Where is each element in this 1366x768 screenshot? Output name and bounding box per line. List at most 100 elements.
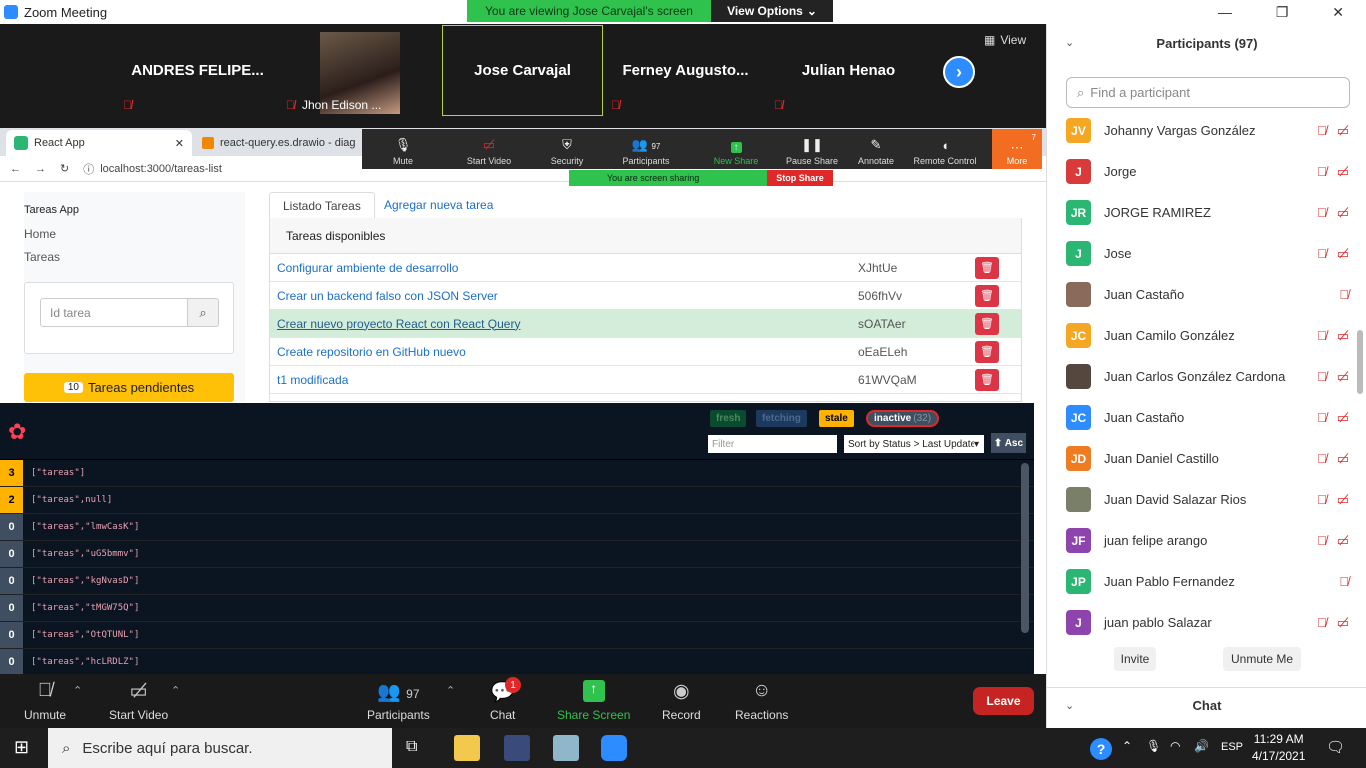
nav-tareas[interactable]: Tareas	[24, 250, 60, 264]
nav-home[interactable]: Home	[24, 227, 56, 241]
query-row[interactable]: 0 ["tareas","OtQTUNL"]	[0, 622, 1034, 649]
mute-button[interactable]: 🎙 Mute	[362, 129, 444, 169]
start-video-button[interactable]: ▭̸ Start Video	[109, 680, 168, 722]
participant-row[interactable]: JR JORGE RAMIREZ 🎙̸ ▭̸	[1047, 192, 1366, 233]
delete-button[interactable]: 🗑	[975, 368, 999, 391]
query-row[interactable]: 0 ["tareas","lmwCasK"]	[0, 514, 1034, 541]
query-row[interactable]: 0 ["tareas","kgNvasD"]	[0, 568, 1034, 595]
participant-row[interactable]: JF juan felipe arango 🎙̸ ▭̸	[1047, 520, 1366, 561]
leave-button[interactable]: Leave	[973, 687, 1034, 715]
app-brand[interactable]: Tareas App	[24, 204, 79, 216]
query-row[interactable]: 0 ["tareas","tMGW75Q"]	[0, 595, 1034, 622]
security-button[interactable]: ⛨ Security	[534, 129, 600, 169]
share-screen-button[interactable]: ↑ Share Screen	[557, 680, 630, 722]
record-button[interactable]: ◉ Record	[662, 680, 701, 722]
tab-agregar[interactable]: Agregar nueva tarea	[371, 192, 506, 218]
delete-button[interactable]: 🗑	[975, 284, 999, 307]
participant-row[interactable]: Juan Carlos González Cardona 🎙̸ ▭̸	[1047, 356, 1366, 397]
participant-row[interactable]: Juan David Salazar Rios 🎙̸ ▭̸	[1047, 479, 1366, 520]
task-link[interactable]: Crear nuevo proyecto React con React Que…	[277, 317, 520, 331]
wifi-icon[interactable]: ◠	[1170, 739, 1180, 753]
browser-tab-active[interactable]: React App ✕	[6, 130, 192, 156]
mic-icon[interactable]: 🎙	[1146, 739, 1161, 753]
query-row[interactable]: 3 ["tareas"]	[0, 460, 1034, 487]
asc-button[interactable]: ⬆ Asc	[991, 433, 1026, 453]
participant-row[interactable]: JP Juan Pablo Fernandez 🎙̸	[1047, 561, 1366, 602]
video-tile[interactable]: ANDRES FELIPE... 🎙̸	[117, 25, 278, 116]
view-options-button[interactable]: View Options ⌄	[711, 0, 833, 22]
participant-row[interactable]: J Jorge 🎙̸ ▭̸	[1047, 151, 1366, 192]
unmute-button[interactable]: 🎙̸ Unmute	[24, 680, 66, 722]
devtools-scrollbar[interactable]	[1021, 463, 1029, 633]
forward-icon[interactable]: →	[35, 163, 46, 175]
help-icon[interactable]: ?	[1090, 738, 1112, 760]
video-tile-active[interactable]: Jose Carvajal	[442, 25, 603, 116]
restore-icon[interactable]: ❐	[1276, 4, 1289, 21]
stop-share-button[interactable]: Stop Share	[767, 170, 833, 186]
participant-row[interactable]: Juan Castaño 🎙̸	[1047, 274, 1366, 315]
close-icon[interactable]: ✕	[175, 137, 184, 150]
participant-row[interactable]: Jjuan pablo Salazar 🎙̸ ▭̸	[1047, 602, 1366, 643]
remote-control-button[interactable]: ◖ Remote Control	[908, 129, 982, 169]
file-explorer-icon[interactable]	[454, 735, 480, 761]
start-video-button[interactable]: ▭̸ Start Video	[444, 129, 534, 169]
participants-button[interactable]: 👥 97 Participants	[600, 129, 692, 169]
app-icon[interactable]	[553, 735, 579, 761]
reload-icon[interactable]: ↻	[60, 162, 69, 175]
close-icon[interactable]: ✕	[1332, 4, 1344, 21]
app-icon[interactable]	[504, 735, 530, 761]
id-tarea-input[interactable]: Id tarea	[40, 298, 188, 327]
delete-button[interactable]: 🗑	[975, 312, 999, 335]
filter-input[interactable]: Filter	[708, 435, 837, 453]
participant-row[interactable]: JD Juan Daniel Castillo 🎙̸ ▭̸	[1047, 438, 1366, 479]
participants-scrollbar[interactable]	[1357, 330, 1363, 394]
task-view-icon[interactable]: ⧉	[406, 738, 417, 756]
url-field[interactable]: localhost:3000/tareas-list	[100, 163, 222, 175]
chevron-up-icon[interactable]: ⌃	[1122, 739, 1132, 753]
back-icon[interactable]: ←	[10, 163, 21, 175]
task-link[interactable]: Create repositorio en GitHub nuevo	[277, 345, 466, 359]
reactions-button[interactable]: ☺ Reactions	[735, 680, 788, 722]
tab-listado[interactable]: Listado Tareas	[269, 192, 375, 218]
minimize-icon[interactable]: —	[1218, 4, 1232, 20]
taskbar-clock[interactable]: 11:29 AM 4/17/2021	[1252, 731, 1305, 765]
taskbar-search[interactable]: ⌕ Escribe aquí para buscar.	[48, 728, 392, 768]
delete-button[interactable]: 🗑	[975, 256, 999, 279]
participant-row[interactable]: JC Juan Castaño 🎙̸ ▭̸	[1047, 397, 1366, 438]
more-button[interactable]: ⋯ 7 More	[992, 129, 1042, 169]
participant-row[interactable]: JV Johanny Vargas González 🎙̸ ▭̸	[1047, 110, 1366, 151]
video-tile[interactable]: Ferney Augusto... 🎙̸	[605, 25, 766, 116]
participant-row[interactable]: J Jose 🎙̸ ▭̸	[1047, 233, 1366, 274]
pause-share-button[interactable]: ❚❚ Pause Share	[780, 129, 844, 169]
video-tile[interactable]: Julian Henao 🎙̸	[768, 25, 929, 116]
chevron-up-icon[interactable]: ⌃	[446, 684, 455, 697]
participant-search-input[interactable]: ⌕ Find a participant	[1066, 77, 1350, 108]
notifications-icon[interactable]: 🗨	[1326, 738, 1345, 756]
language-indicator[interactable]: ESP	[1221, 741, 1243, 753]
new-share-button[interactable]: ↑ New Share	[692, 129, 780, 169]
video-tile[interactable]: Jhon Edison ... 🎙̸	[280, 25, 441, 116]
pending-tasks-button[interactable]: 10 Tareas pendientes	[24, 373, 234, 402]
search-button[interactable]: ⌕	[187, 298, 219, 327]
chevron-up-icon[interactable]: ⌃	[171, 684, 180, 697]
task-link[interactable]: Configurar ambiente de desarrollo	[277, 261, 458, 275]
sort-select[interactable]: Sort by Status > Last Update ▾	[844, 435, 984, 453]
task-link[interactable]: Crear un backend falso con JSON Server	[277, 289, 498, 303]
next-page-button[interactable]: ›	[943, 56, 975, 88]
chevron-up-icon[interactable]: ⌃	[73, 684, 82, 697]
query-row[interactable]: 0 ["tareas","uG5bmmv"]	[0, 541, 1034, 568]
volume-icon[interactable]: 🔊	[1194, 739, 1209, 753]
annotate-button[interactable]: ✎ Annotate	[844, 129, 908, 169]
view-button[interactable]: ▦ View	[984, 33, 1026, 47]
query-row[interactable]: 2 ["tareas",null]	[0, 487, 1034, 514]
participant-row[interactable]: JC Juan Camilo González 🎙̸ ▭̸	[1047, 315, 1366, 356]
windows-start-icon[interactable]: ⊞	[14, 737, 29, 758]
browser-tab[interactable]: react-query.es.drawio - diagrama	[194, 130, 364, 156]
invite-button[interactable]: Invite	[1114, 647, 1156, 671]
unmute-me-button[interactable]: Unmute Me	[1223, 647, 1301, 671]
query-row[interactable]: 0 ["tareas","hcLRDLZ"]	[0, 649, 1034, 676]
zoom-taskbar-icon[interactable]	[601, 735, 627, 761]
delete-button[interactable]: 🗑	[975, 340, 999, 363]
participants-button[interactable]: 👥 97 Participants	[367, 680, 430, 722]
task-link[interactable]: t1 modificada	[277, 373, 348, 387]
